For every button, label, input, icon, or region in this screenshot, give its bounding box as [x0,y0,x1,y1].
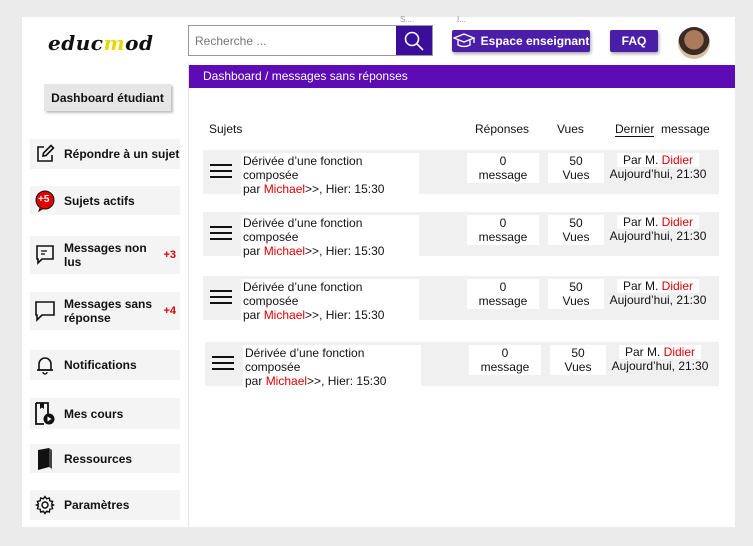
column-header-last-message: Dernier message [615,122,710,137]
active-topics-badge: +5 [38,193,50,205]
search-input[interactable] [189,26,394,55]
unread-count: +3 [163,249,176,261]
topic-title: Dérivée d’une fonction composée [243,280,363,308]
topic-title-block[interactable]: Dérivée d’une fonction composée par Micha… [243,345,421,389]
sidebar-item-label: Notifications [64,358,137,372]
topic-title: Dérivée d’une fonction composée [243,216,363,244]
breadcrumb: Dashboard / messages sans réponses [189,65,735,88]
views-cell: 50 Vues [548,153,604,183]
sidebar-item-active-topics[interactable]: +5 Sujets actifs [30,186,180,215]
book-icon [34,447,56,470]
last-author[interactable]: Didier [664,345,695,359]
dashboard-student-button[interactable]: Dashboard étudiant [44,84,171,111]
column-header-last-a: Dernier [615,122,655,137]
sidebar-divider [188,63,189,527]
last-time: Aujourd’hui, 21:30 [609,167,707,181]
menu-icon[interactable] [210,226,232,242]
topic-row[interactable]: Dérivée d’une fonction composée par Micha… [205,342,719,389]
sidebar-item-notifications[interactable]: Notifications [30,350,180,380]
teacher-space-button[interactable]: Espace enseignant [452,30,590,52]
faq-label: FAQ [621,34,647,48]
replies-cell: 0 message [467,215,539,245]
graduation-cap-icon [452,33,475,48]
replies-cell: 0 message [467,153,539,183]
sidebar-item-settings[interactable]: Paramètres [30,490,180,520]
edit-icon [34,143,56,165]
column-header-subjects: Sujets [209,122,243,136]
views-cell: 50 Vues [550,345,606,375]
logo[interactable]: educmod [48,31,153,55]
tiny-label-right: I... [457,15,466,24]
gear-icon [34,494,56,516]
topic-meta: par Michael>>, Hier: 15:30 [243,308,385,322]
topic-title: Dérivée d’une fonction composée [243,154,363,182]
last-author[interactable]: Didier [662,279,693,293]
replies-cell: 0 message [467,279,539,309]
sidebar-item-label: Répondre à un sujet [64,147,180,161]
search-button[interactable] [396,26,432,55]
column-header-views: Vues [557,122,584,136]
message-empty-icon [34,300,56,322]
last-time: Aujourd’hui, 21:30 [609,293,707,307]
faq-button[interactable]: FAQ [610,30,658,52]
no-reply-count: +4 [163,305,176,317]
topic-row[interactable]: Dérivée d’une fonction composée par Micha… [203,276,719,323]
topic-author[interactable]: Michael [264,308,305,322]
teacher-space-label: Espace enseignant [480,34,590,48]
topic-meta: par Michael>>, Hier: 15:30 [245,374,387,388]
column-header-replies: Réponses [475,122,530,136]
bell-icon [34,354,56,376]
views-cell: 50 Vues [548,215,604,245]
last-author[interactable]: Didier [662,153,693,167]
last-time: Aujourd’hui, 21:30 [611,359,709,373]
menu-icon[interactable] [212,356,234,372]
sidebar-item-label: Paramètres [64,498,130,512]
menu-icon[interactable] [210,164,232,180]
last-time: Aujourd’hui, 21:30 [609,229,707,243]
topic-meta: par Michael>>, Hier: 15:30 [243,182,385,196]
last-message-cell: Par M. Didier Aujourd’hui, 21:30 [607,215,709,243]
topic-author[interactable]: Michael [264,182,305,196]
chat-badge-icon: +5 [34,190,56,212]
last-message-cell: Par M. Didier Aujourd’hui, 21:30 [609,345,711,373]
last-author[interactable]: Didier [662,215,693,229]
views-cell: 50 Vues [548,279,604,309]
sidebar-item-unread[interactable]: Messages non lus +3 [30,236,180,274]
course-video-icon [34,401,56,425]
sidebar-item-reply[interactable]: Répondre à un sujet [30,139,180,169]
sidebar-item-resources[interactable]: Ressources [30,444,180,473]
sidebar-item-label: Mes cours [64,406,124,421]
last-message-cell: Par M. Didier Aujourd’hui, 21:30 [607,153,709,181]
topic-meta: par Michael>>, Hier: 15:30 [243,244,385,258]
search-box [188,25,433,56]
topic-row[interactable]: Dérivée d’une fonction composée par Micha… [203,212,719,259]
sidebar-item-courses[interactable]: Mes cours [30,398,180,429]
sidebar-item-label: Sujets actifs [64,193,135,208]
last-message-cell: Par M. Didier Aujourd’hui, 21:30 [607,279,709,307]
replies-cell: 0 message [469,345,541,375]
topic-title: Dérivée d’une fonction composée [245,346,365,374]
topic-title-block[interactable]: Dérivée d’une fonction composée par Micha… [241,153,419,197]
topic-title-block[interactable]: Dérivée d’une fonction composée par Micha… [241,279,419,323]
topic-author[interactable]: Michael [266,374,307,388]
search-icon [404,31,424,51]
message-icon [34,244,56,266]
topic-row[interactable]: Dérivée d’une fonction composée par Micha… [203,150,719,197]
sidebar-item-no-reply[interactable]: Messages sans réponse +4 [30,292,180,330]
sidebar-item-label: Messages sans réponse [64,297,153,325]
menu-icon[interactable] [210,290,232,306]
sidebar-item-label: Ressources [64,451,133,466]
sidebar-item-label: Messages non lus [64,241,147,269]
topic-title-block[interactable]: Dérivée d’une fonction composée par Micha… [241,215,419,259]
column-header-last-b: message [661,122,710,136]
avatar[interactable] [678,27,710,59]
tiny-label-left: S.... [400,15,415,24]
topic-author[interactable]: Michael [264,244,305,258]
